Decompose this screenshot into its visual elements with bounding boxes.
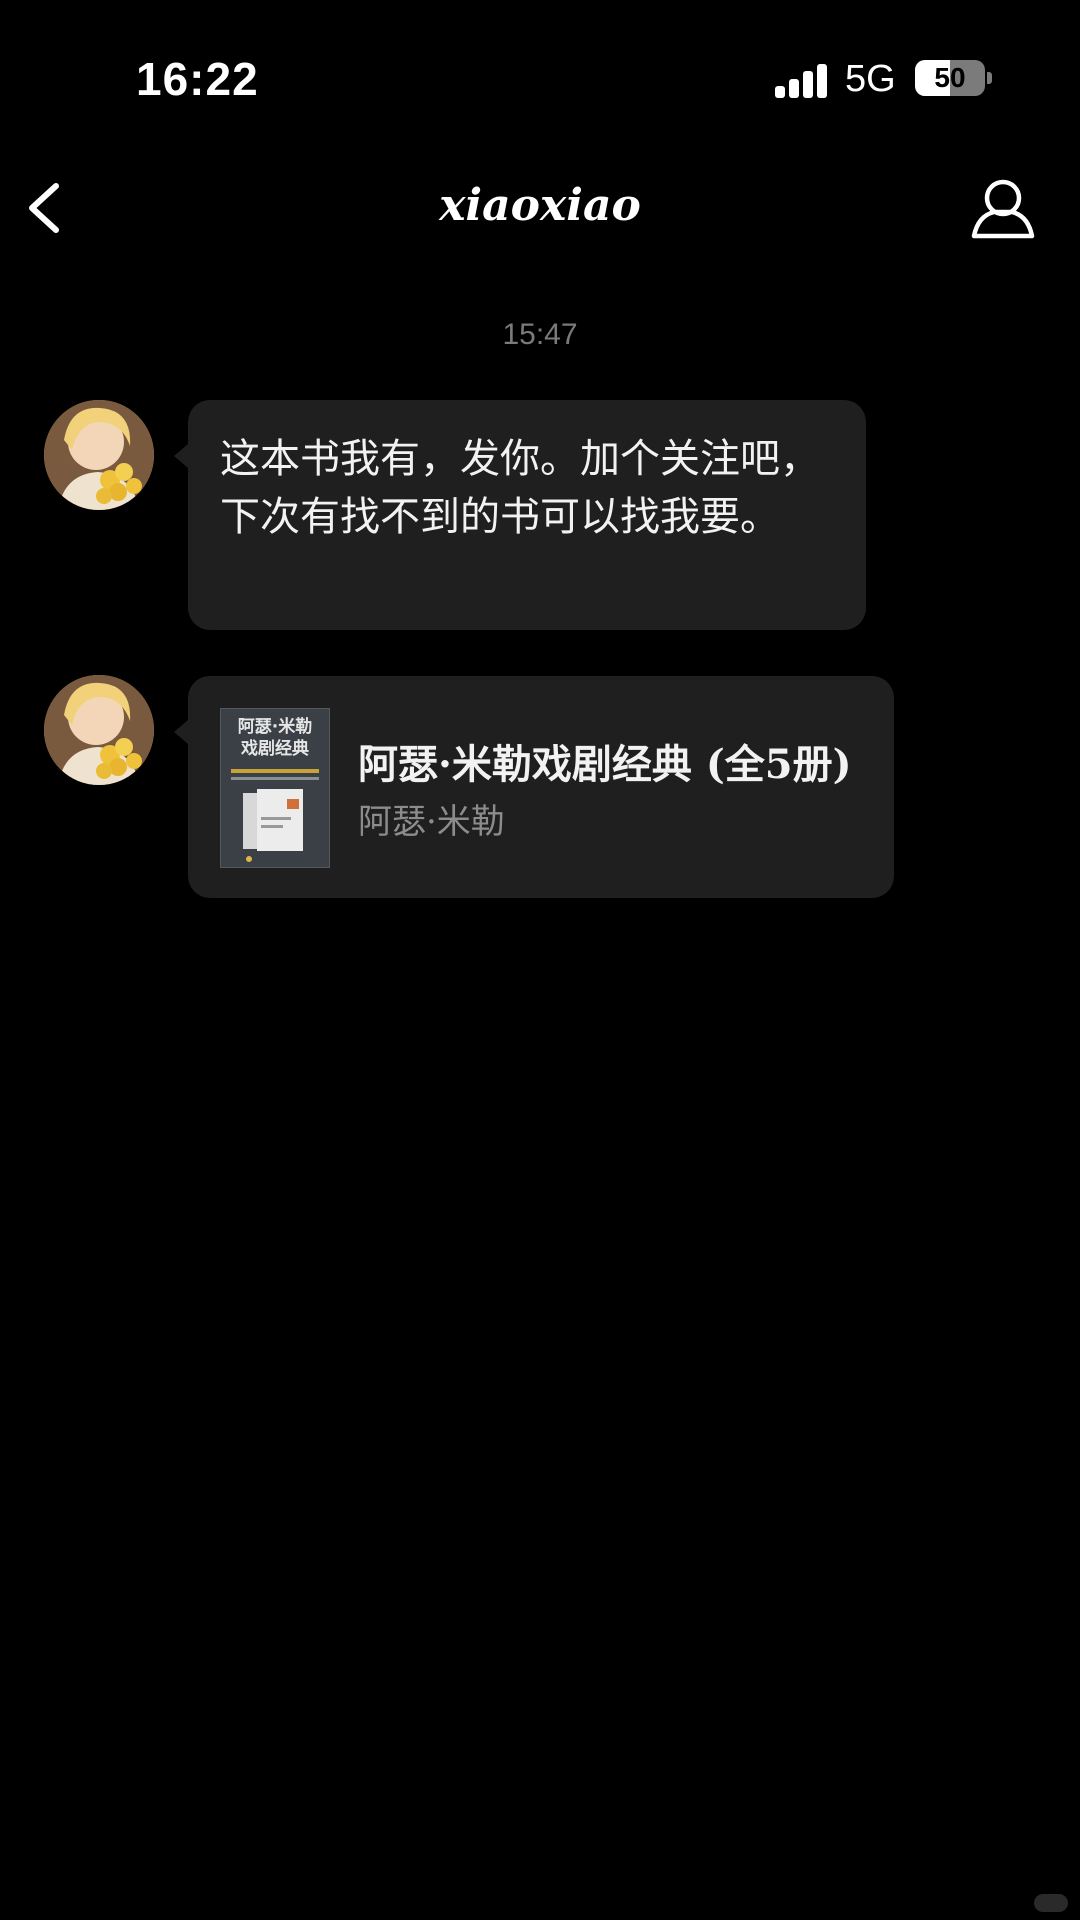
book-share-card[interactable]: 阿瑟·米勒 戏剧经典 阿瑟·米勒戏剧经典 (全5册) 阿瑟·米勒: [174, 676, 894, 898]
book-author: 阿瑟·米勒: [358, 802, 505, 842]
book-cover-art: [231, 769, 319, 862]
avatar[interactable]: [44, 400, 154, 510]
avatar-image: [44, 400, 154, 510]
book-cover: 阿瑟·米勒 戏剧经典: [220, 708, 330, 868]
battery-icon: 50: [915, 60, 985, 96]
message-timestamp: 15:47: [502, 318, 578, 351]
cellular-signal-icon: [775, 62, 829, 98]
network-type: 5G: [845, 58, 896, 100]
battery-cap: [987, 72, 992, 84]
book-cover-title-line: 阿瑟·米勒: [237, 717, 313, 737]
message-text: 这本书我有，发你。加个关注吧，下次有找不到的书可以找我要。: [220, 436, 820, 540]
status-time: 16:22: [136, 53, 259, 105]
avatar-image: [44, 675, 154, 785]
person-outline-icon: [971, 179, 1035, 239]
status-bar: 16:22 5G 50: [0, 0, 1080, 120]
watermark-logo: [1034, 1894, 1068, 1912]
book-title: 阿瑟·米勒戏剧经典 (全5册): [358, 741, 852, 788]
chat-title: xiaoxiao: [439, 180, 641, 231]
battery-percent: 50: [934, 62, 966, 93]
message-bubble-text[interactable]: 这本书我有，发你。加个关注吧，下次有找不到的书可以找我要。: [174, 400, 866, 630]
profile-button[interactable]: [968, 176, 1038, 242]
avatar[interactable]: [44, 675, 154, 785]
book-cover-title-line: 戏剧经典: [241, 739, 309, 759]
